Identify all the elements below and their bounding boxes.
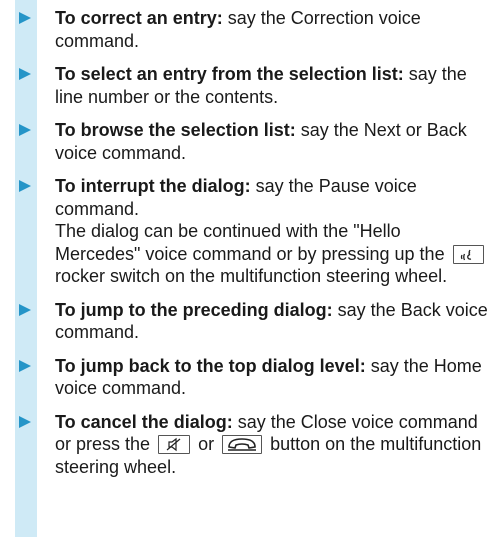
item-continuation: The dialog can be continued with the "He… (55, 221, 445, 264)
list-item: To correct an entry: say the Correction … (15, 7, 491, 52)
item-lead: To interrupt the dialog: (55, 176, 251, 196)
list-item: To browse the selection list: say the Ne… (15, 119, 491, 164)
bullet-arrow-icon (19, 68, 31, 80)
item-or: or (198, 434, 215, 454)
bullet-arrow-icon (19, 303, 31, 316)
mute-icon (158, 435, 191, 454)
item-lead: To jump to the preceding dialog: (55, 299, 333, 320)
bullet-arrow-icon (19, 124, 31, 136)
bullet-arrow-icon (19, 12, 31, 24)
list-item: To jump back to the top dialog level: sa… (15, 355, 491, 400)
list-item: To cancel the dialog: say the Close voic… (15, 411, 491, 479)
voice-control-icon (452, 244, 484, 264)
item-lead: To correct an entry: (55, 8, 223, 28)
list-item: To select an entry from the selection li… (15, 63, 491, 108)
end-call-icon (222, 435, 263, 454)
item-lead: To jump back to the top dialog level: (55, 355, 366, 376)
item-continuation-end: rocker switch on the multifunction steer… (55, 266, 448, 286)
list-item: To jump to the preceding dialog: say the… (15, 299, 491, 344)
item-lead: To select an entry from the selection li… (55, 64, 404, 84)
list-item: To interrupt the dialog: say the Pause v… (15, 175, 491, 288)
item-lead: To cancel the dialog: (55, 411, 233, 432)
item-lead: To browse the selection list: (55, 120, 296, 140)
bullet-arrow-icon (19, 359, 31, 372)
instruction-list: To correct an entry: say the Correction … (15, 7, 491, 489)
bullet-arrow-icon (19, 180, 31, 192)
bullet-arrow-icon (19, 415, 31, 428)
